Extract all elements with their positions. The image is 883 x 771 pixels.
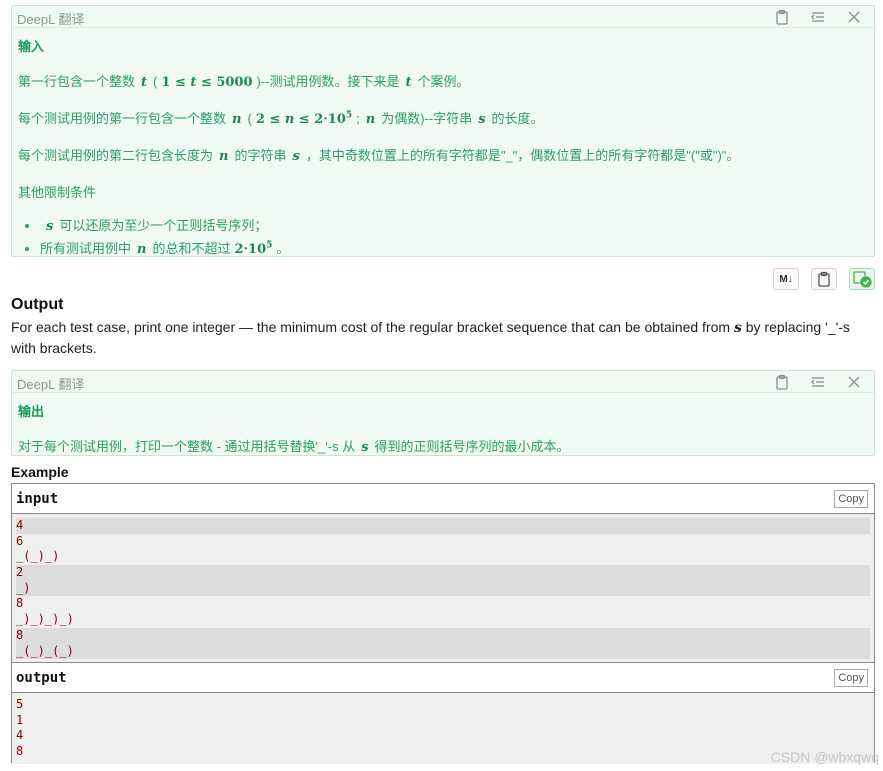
panel-header: DeepL 翻译 <box>12 371 874 393</box>
math-var: t <box>405 75 412 90</box>
code-line: 8 <box>16 596 24 611</box>
code-line: 1 <box>16 712 24 727</box>
text: 的长度。 <box>491 111 544 126</box>
panel-title: DeepL 翻译 <box>17 377 85 392</box>
limits-heading: 其他限制条件 <box>18 185 97 200</box>
math-var: t <box>141 75 148 90</box>
output-description: For each test case, print one integer — … <box>11 317 871 358</box>
math-var: s <box>292 149 300 164</box>
section-heading: 输出 <box>18 404 45 419</box>
panel-body: 输入 第一行包含一个整数 t (1 ≤ t ≤ 5000 )--测试用例数。接下来是 t… <box>12 28 874 267</box>
math-var: n <box>219 149 229 164</box>
panel-tools <box>772 373 864 391</box>
text: 每个测试用例的第一行包含一个整数 <box>18 111 227 126</box>
paragraph-line-2: 每个测试用例的第一行包含一个整数 n (2 ≤ n ≤ 2·105; n 为偶数)--字… <box>18 108 868 127</box>
text: For each test case, print one integer — … <box>11 319 734 335</box>
code-line: 2 <box>16 565 870 581</box>
limits-list: s 可以还原为至少一个正则括号序列； 所有测试用例中 n 的总和不超过2·105。 <box>18 215 868 257</box>
clipboard-icon[interactable] <box>772 373 792 391</box>
markdown-icon[interactable]: M↓ <box>773 268 799 290</box>
copy-button[interactable]: Copy <box>834 669 868 687</box>
collapse-list-icon[interactable] <box>808 8 828 26</box>
list-item: 所有测试用例中 n 的总和不超过2·105。 <box>40 238 868 257</box>
clipboard-icon[interactable] <box>772 8 792 26</box>
close-icon[interactable] <box>844 8 864 26</box>
text: 1 ≤ <box>161 75 191 90</box>
code-line: _) <box>16 580 870 597</box>
text: ( <box>247 111 252 126</box>
math-expr: 1 ≤ t ≤ 5000 <box>161 75 252 90</box>
list-item: s 可以还原为至少一个正则括号序列； <box>40 215 868 234</box>
collapse-list-icon[interactable] <box>808 373 828 391</box>
code-line: 8 <box>16 627 870 644</box>
text: 。 <box>276 241 290 256</box>
text: 可以还原为至少一个正则括号序列； <box>59 218 268 233</box>
output-heading: Output <box>11 296 64 313</box>
text: 的总和不超过 <box>152 241 231 256</box>
example-heading: Example <box>11 464 69 480</box>
text: 第一行包含一个整数 <box>18 74 136 89</box>
text: ，其中奇数位置上的所有字符都是"_"，偶数位置上的所有字符都是"("或")"。 <box>305 148 740 163</box>
paragraph-line-3: 每个测试用例的第二行包含长度为 n 的字符串 s ，其中奇数位置上的所有字符都是"_"，… <box>18 145 868 164</box>
text: ≤ 5000 <box>196 75 253 90</box>
translate-check-icon[interactable] <box>849 268 875 290</box>
math-expr: 2·105 <box>234 240 273 257</box>
text: 对于每个测试用例，打印一个整数 - 通过用括号替换'_'-s 从 <box>18 439 356 454</box>
text: ; <box>356 111 360 126</box>
panel-body: 输出 对于每个测试用例，打印一个整数 - 通过用括号替换'_'-s 从 s 得到的正… <box>12 393 874 479</box>
watermark: CSDN @wbxqwq <box>770 749 879 765</box>
math-var: n <box>284 112 295 127</box>
text: 个案例。 <box>417 74 470 89</box>
copy-clipboard-icon[interactable] <box>811 268 837 290</box>
code-line: 4 <box>16 518 870 534</box>
code-line: _(_)_) <box>16 549 60 564</box>
math-var: s <box>46 219 54 234</box>
copy-button[interactable]: Copy <box>834 490 868 508</box>
example-output-box: output Copy 5148 <box>11 662 875 764</box>
code-line: 6 <box>16 533 24 548</box>
math-var: s <box>478 112 486 127</box>
exponent: 5 <box>266 240 273 251</box>
code-line: 8 <box>16 744 24 759</box>
box-header: input Copy <box>12 484 874 514</box>
code-line: _(_)_(_) <box>16 643 870 660</box>
text: ( <box>153 74 158 89</box>
math-var: s <box>361 440 369 455</box>
close-icon[interactable] <box>844 373 864 391</box>
text: 的字符串 <box>234 148 287 163</box>
code-line: 4 <box>16 728 24 743</box>
exponent: 5 <box>345 110 353 121</box>
text: 为偶数)--字符串 <box>381 111 473 126</box>
translation-panel-output: DeepL 翻译 输出 对于每个测试用例，打印一个整数 - 通过用括号替换'_'… <box>11 370 875 456</box>
math-var: n <box>137 242 147 257</box>
output-title: output <box>16 670 67 686</box>
input-title: input <box>16 491 59 507</box>
math-expr: 2 ≤ n ≤ 2·105 <box>255 110 353 127</box>
text: 2 ≤ <box>255 112 285 127</box>
action-icon-row: M↓ <box>773 268 875 290</box>
paragraph-line-1: 第一行包含一个整数 t (1 ≤ t ≤ 5000 )--测试用例数。接下来是 t 个案例… <box>18 71 868 90</box>
paragraph-line-1: 对于每个测试用例，打印一个整数 - 通过用括号替换'_'-s 从 s 得到的正则括号… <box>18 436 868 455</box>
math-var: n <box>232 112 242 127</box>
math-var: s <box>733 320 742 336</box>
text: ≤ 2·10 <box>294 112 346 127</box>
text: 所有测试用例中 <box>40 241 132 256</box>
output-code: 5148 <box>12 693 874 764</box>
box-header: output Copy <box>12 663 874 693</box>
example-input-box: input Copy 4 6 _(_)_) 2 _) 8 _)_)_)_) 8 _(_)_(_) <box>11 483 875 664</box>
panel-title: DeepL 翻译 <box>17 12 85 27</box>
text: 每个测试用例的第二行包含长度为 <box>18 148 214 163</box>
input-code: 4 6 _(_)_) 2 _) 8 _)_)_)_) 8 _(_)_(_) <box>12 514 874 664</box>
translation-panel-input: DeepL 翻译 输入 第一行包含一个整数 t(1 ≤ t ≤ 5000)--测试… <box>11 5 875 257</box>
code-line: 5 <box>16 697 24 711</box>
math-var: n <box>365 112 376 127</box>
panel-header: DeepL 翻译 <box>12 6 874 28</box>
text: 2·10 <box>234 242 267 257</box>
panel-tools <box>772 8 864 26</box>
text: 得到的正则括号序列的最小成本。 <box>374 439 570 454</box>
section-heading: 输入 <box>18 39 45 54</box>
text: )--测试用例数。接下来是 <box>256 74 400 89</box>
code-line: _)_)_)_) <box>16 612 74 627</box>
